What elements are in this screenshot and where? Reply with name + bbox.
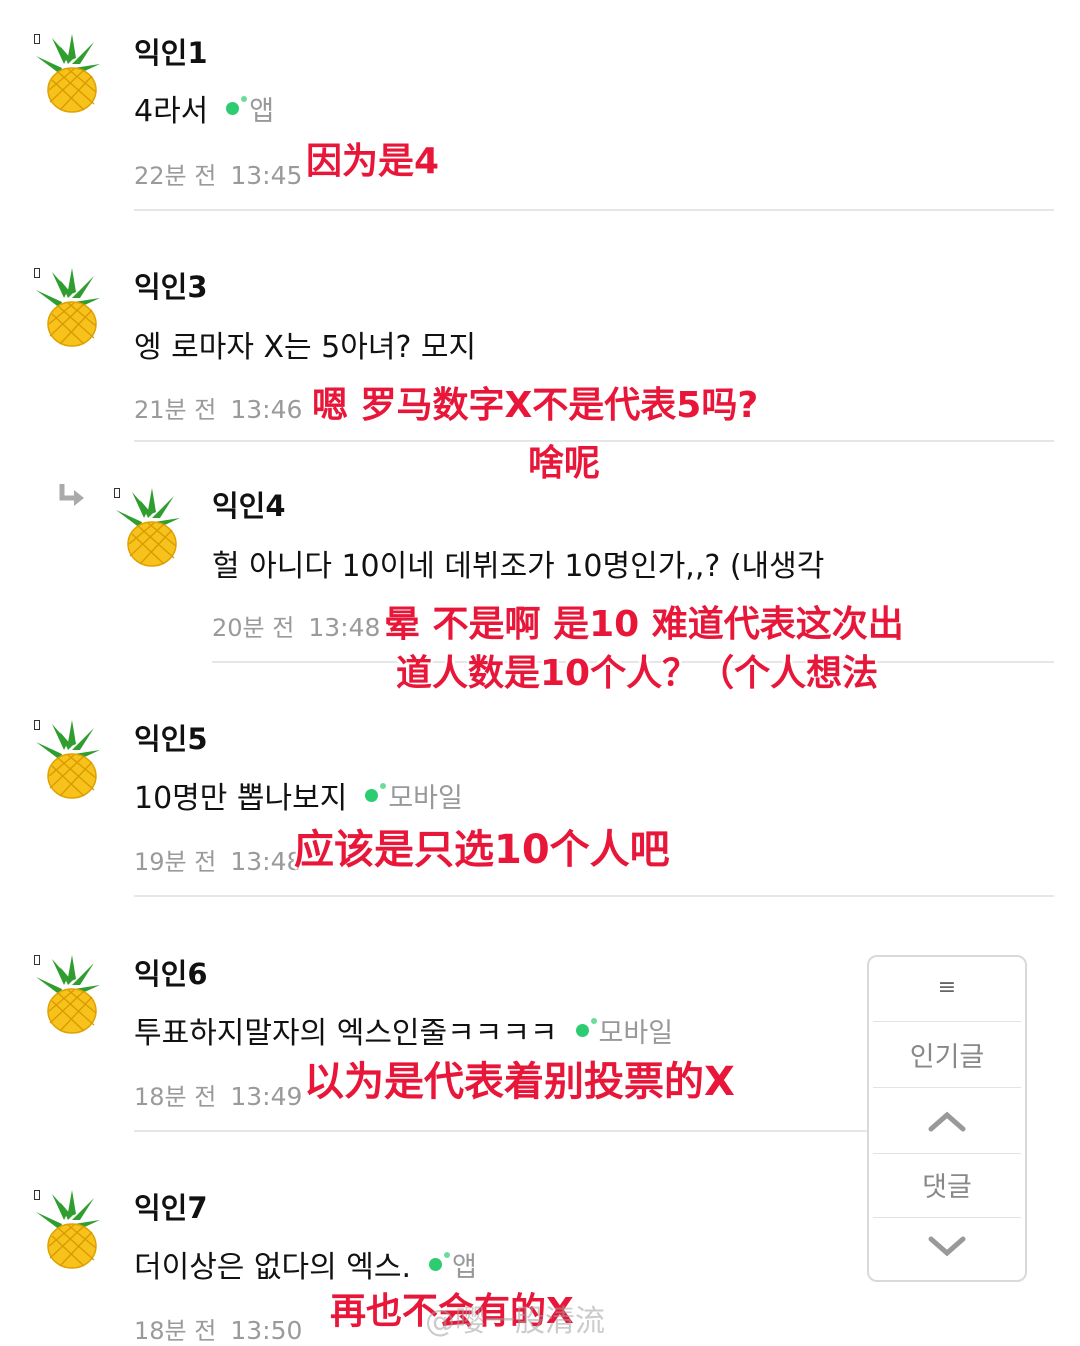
chevron-up-icon: [928, 1111, 966, 1132]
translation-caption: 晕 不是啊 是10 难道代表这次出: [384, 604, 904, 645]
pineapple-avatar-icon[interactable]: [34, 34, 104, 114]
divider: [873, 1087, 1021, 1088]
translation-caption: 应该是只选10个人吧: [294, 827, 670, 873]
divider: [134, 895, 1054, 897]
scroll-down-button[interactable]: [869, 1233, 1025, 1267]
divider: [873, 1217, 1021, 1218]
time-ago: 19분 전: [134, 848, 217, 876]
pineapple-avatar-icon[interactable]: [34, 1190, 104, 1270]
pineapple-avatar-icon[interactable]: [34, 720, 104, 800]
menu-icon[interactable]: ≡: [869, 975, 1025, 1000]
translation-caption: 嗯 罗马数字X不是代表5吗?: [312, 385, 759, 426]
device-badge: 모바일: [365, 776, 463, 815]
comment-meta: 19분 전 13:48: [134, 842, 302, 877]
translation-caption-line2: 道人数是10个人？（个人想法: [396, 653, 879, 694]
comment-text: 10명만 뽑나보지 모바일: [134, 773, 463, 817]
divider: [134, 1130, 867, 1132]
divider: [873, 1153, 1021, 1154]
divider: [134, 209, 1054, 211]
divider: [873, 1021, 1021, 1022]
comment-body: 엥 로마자 X는 5아녀? 모지: [134, 330, 477, 365]
device-label: 앱: [249, 95, 275, 127]
comment-author[interactable]: 익인3: [134, 264, 208, 306]
comment-body: 4라서: [134, 94, 209, 129]
time-ago: 22분 전: [134, 162, 217, 190]
reply-arrow-icon: [59, 484, 84, 506]
time-stamp: 13:45: [230, 161, 303, 190]
time-stamp: 13:49: [230, 1082, 303, 1111]
device-badge: 앱: [226, 89, 274, 128]
translation-caption: 以为是代表着别投票的X: [304, 1059, 735, 1105]
comment-meta: 22분 전 13:45: [134, 156, 302, 191]
pineapple-avatar-icon[interactable]: [34, 955, 104, 1035]
device-badge: 앱: [429, 1245, 477, 1284]
time-stamp: 13:48: [230, 847, 303, 876]
comment-author[interactable]: 익인5: [134, 716, 208, 758]
time-ago: 21분 전: [134, 396, 217, 424]
comment-body: 10명만 뽑나보지: [134, 781, 348, 816]
translation-caption: 因为是4: [306, 141, 440, 182]
comments-button[interactable]: 댓글: [869, 1165, 1025, 1204]
watermark: @嘤一股清流: [425, 1304, 605, 1339]
comment-meta: 20분 전 13:48: [212, 608, 380, 643]
comment-body: 헐 아니다 10이네 데뷔조가 10명인가,,? (내생각: [212, 549, 825, 584]
online-dot-icon: [365, 782, 387, 802]
time-ago: 20분 전: [212, 614, 295, 642]
comment-meta: 18분 전 13:49: [134, 1077, 302, 1112]
time-stamp: 13:48: [308, 613, 381, 642]
time-ago: 18분 전: [134, 1317, 217, 1345]
comment-text: 투표하지말자의 엑스인줄ㅋㅋㅋㅋ 모바일: [134, 1008, 673, 1052]
comment-author[interactable]: 익인6: [134, 951, 208, 993]
comment-author[interactable]: 익인1: [134, 30, 208, 72]
comment-text: 헐 아니다 10이네 데뷔조가 10명인가,,? (내생각: [212, 541, 824, 585]
comment-author[interactable]: 익인4: [212, 483, 286, 525]
comment-body: 투표하지말자의 엑스인줄ㅋㅋㅋㅋ: [134, 1016, 558, 1051]
scroll-up-button[interactable]: [869, 1107, 1025, 1141]
chevron-down-icon: [928, 1236, 966, 1257]
device-badge: 모바일: [575, 1011, 674, 1050]
comment-text: 더이상은 없다의 엑스. 앱: [134, 1242, 477, 1286]
device-label: 앱: [452, 1251, 477, 1283]
pineapple-avatar-icon[interactable]: [114, 488, 184, 568]
device-label: 모바일: [598, 1017, 674, 1049]
comment-meta: 18분 전 13:50: [134, 1311, 302, 1346]
time-ago: 18분 전: [134, 1083, 217, 1111]
translation-caption-line2: 啥呢: [528, 443, 601, 484]
online-dot-icon: [575, 1017, 597, 1037]
online-dot-icon: [429, 1251, 451, 1271]
pineapple-avatar-icon[interactable]: [34, 268, 104, 348]
online-dot-icon: [226, 95, 248, 115]
comment-body: 더이상은 없다의 엑스.: [134, 1250, 412, 1285]
comment-text: 엥 로마자 X는 5아녀? 모지: [134, 322, 476, 366]
floating-side-nav: ≡ 인기글 댓글: [867, 955, 1027, 1282]
comment-meta: 21분 전 13:46: [134, 390, 302, 425]
comment-author[interactable]: 익인7: [134, 1185, 208, 1227]
popular-posts-button[interactable]: 인기글: [869, 1035, 1025, 1074]
comment-text: 4라서 앱: [134, 86, 274, 130]
device-label: 모바일: [388, 782, 463, 814]
time-stamp: 13:50: [230, 1316, 303, 1345]
time-stamp: 13:46: [230, 395, 303, 424]
